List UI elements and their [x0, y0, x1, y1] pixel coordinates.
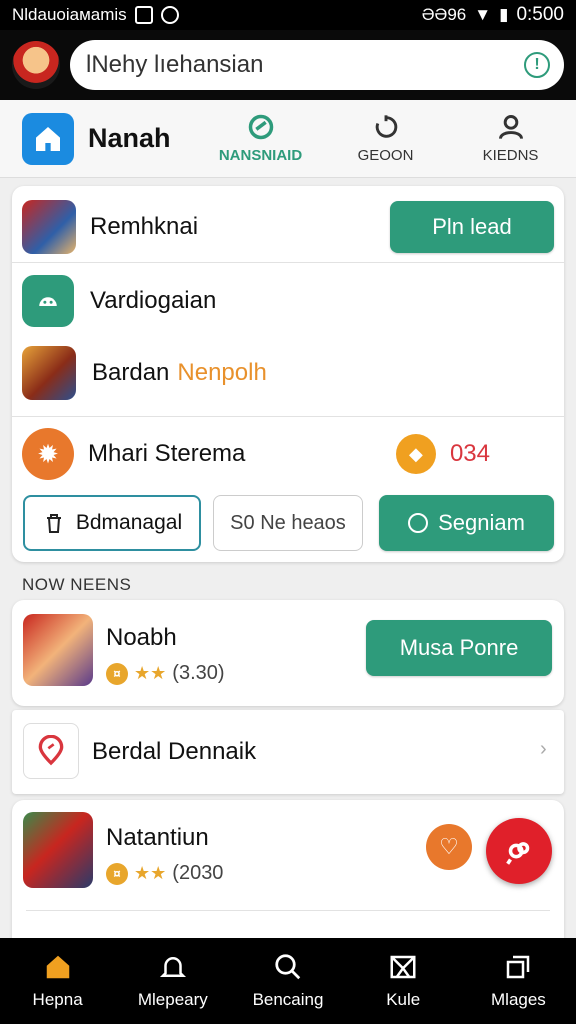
- divider: [12, 416, 564, 417]
- nav-label: Mlepeary: [137, 990, 208, 1009]
- sun-icon: ✹: [22, 428, 74, 480]
- bottom-nav: Hepna Mlepeary Bencaing Kule Mlages: [0, 938, 576, 1024]
- search-icon: [275, 954, 301, 980]
- app-tile-icon: [22, 275, 74, 327]
- signal-label: ƏӘ96: [421, 5, 467, 24]
- divider: [12, 262, 564, 263]
- star-icon: ★★: [134, 663, 167, 683]
- person-icon: [498, 115, 523, 140]
- home-tile-button[interactable]: [22, 112, 74, 165]
- heart-icon[interactable]: ♡: [426, 824, 472, 870]
- sign-in-button[interactable]: Segniam: [379, 495, 554, 551]
- status-bar: Nldauoiaмamis ƏӘ96 ▼ ▮ 0:500: [0, 0, 576, 30]
- list-item[interactable]: ✹ Mhari Sterema ◆ 034: [12, 426, 564, 482]
- item-title: Bardan: [92, 359, 170, 386]
- list-item[interactable]: Berdal Dennaik ›: [12, 710, 564, 794]
- item-count: 034: [449, 440, 490, 467]
- tab-label: NANSNIAID: [218, 147, 303, 164]
- rating: ¤ ★★ (3.30): [106, 662, 225, 685]
- bell-icon: [159, 957, 186, 977]
- item-title: Vardiogaian: [90, 287, 217, 314]
- sync-icon: [160, 6, 179, 24]
- app-avatar: [23, 812, 93, 888]
- top-nav: Nanah NANSNIAID GEOON KIEDNS: [0, 100, 576, 178]
- list-item[interactable]: Bardan Nenpolh: [12, 340, 564, 406]
- search-input[interactable]: lNehy lıehansian !: [70, 40, 564, 90]
- nav-label: Mlages: [491, 990, 546, 1009]
- coin-icon: ¤: [106, 862, 128, 885]
- brand-title: Nanah: [88, 123, 171, 153]
- item-title: Noabh: [106, 624, 177, 651]
- book-icon: [390, 955, 416, 979]
- tab-kiedns[interactable]: KIEDNS: [448, 113, 573, 164]
- featured-card: Remhknai Pln lead Vardiogaian Bardan Nen…: [12, 186, 564, 562]
- item-title: Natantiun: [106, 824, 209, 851]
- musa-ponre-button[interactable]: Musa Ponre: [366, 620, 552, 676]
- tab-label: GEOON: [357, 147, 414, 164]
- item-title: Berdal Dennaik: [92, 738, 257, 765]
- app-avatar: [23, 614, 93, 686]
- rating-value: (2030: [172, 862, 224, 884]
- android-face-icon: [39, 297, 57, 306]
- nav-label: Hepna: [32, 990, 83, 1009]
- rating-value: (3.30): [172, 662, 225, 684]
- list-item[interactable]: Natantiun ¤ ★★ (2030 ♡: [12, 800, 564, 950]
- link-icon: [506, 842, 530, 865]
- app-avatar: [22, 346, 76, 400]
- star-icon: ★★: [134, 863, 167, 883]
- avatar[interactable]: [12, 41, 60, 89]
- tab-label: KIEDNS: [482, 147, 539, 164]
- chevron-right-icon[interactable]: ›: [540, 738, 547, 761]
- pin-icon: [23, 723, 79, 779]
- divider: [26, 910, 550, 911]
- diamond-icon: ◆: [395, 434, 436, 474]
- nav-label: Kule: [386, 990, 421, 1009]
- search-input-value: lNehy lıehansian: [86, 51, 264, 78]
- windows-icon: [507, 955, 530, 979]
- battery-icon: ▮: [499, 5, 509, 24]
- tab-nansniaid[interactable]: NANSNIAID: [198, 113, 323, 164]
- leaf-icon: [248, 114, 273, 140]
- list-item[interactable]: Remhknai Pln lead: [12, 194, 564, 260]
- list-item[interactable]: Noabh ¤ ★★ (3.30) Musa Ponre: [12, 600, 564, 706]
- nav-mlepeary[interactable]: Mlepeary: [115, 938, 230, 1024]
- trash-icon: [46, 514, 61, 533]
- nav-home[interactable]: Hepna: [0, 938, 115, 1024]
- search-header: lNehy lıehansian !: [0, 30, 576, 100]
- coin-icon: ¤: [106, 662, 128, 685]
- plan-lead-button[interactable]: Pln lead: [390, 201, 554, 253]
- clock-icon: [408, 513, 429, 533]
- section-title: NOW NEENS: [22, 575, 132, 594]
- rating: ¤ ★★ (2030: [106, 862, 223, 885]
- item-title: Mhari Sterema: [88, 440, 246, 467]
- manage-button[interactable]: Bdmanagal: [23, 495, 201, 551]
- refresh-icon: [375, 115, 397, 138]
- nav-search[interactable]: Bencaing: [230, 938, 345, 1024]
- info-icon[interactable]: !: [524, 52, 550, 78]
- app-avatar: [22, 200, 76, 254]
- clock: 0:500: [516, 4, 564, 25]
- list-item[interactable]: Vardiogaian: [12, 272, 564, 330]
- nav-label: Bencaing: [252, 990, 324, 1009]
- carrier-label: Nldauoiaмamis: [12, 5, 127, 24]
- item-title: Remhknai: [90, 213, 199, 240]
- sign-in-button-label: Segniam: [438, 510, 525, 535]
- floating-action-button[interactable]: [486, 818, 552, 884]
- wifi-icon: ▼: [474, 5, 492, 24]
- tab-geoon[interactable]: GEOON: [323, 113, 448, 164]
- item-highlight: Nenpolh: [177, 359, 267, 386]
- nav-mlages[interactable]: Mlages: [461, 938, 576, 1024]
- gallery-icon: [134, 6, 153, 24]
- manage-button-label: Bdmanagal: [75, 511, 183, 534]
- home-icon: [46, 955, 69, 979]
- nav-kule[interactable]: Kule: [346, 938, 461, 1024]
- secondary-button[interactable]: S0 Ne heaos: [213, 495, 363, 551]
- house-icon: [36, 126, 60, 151]
